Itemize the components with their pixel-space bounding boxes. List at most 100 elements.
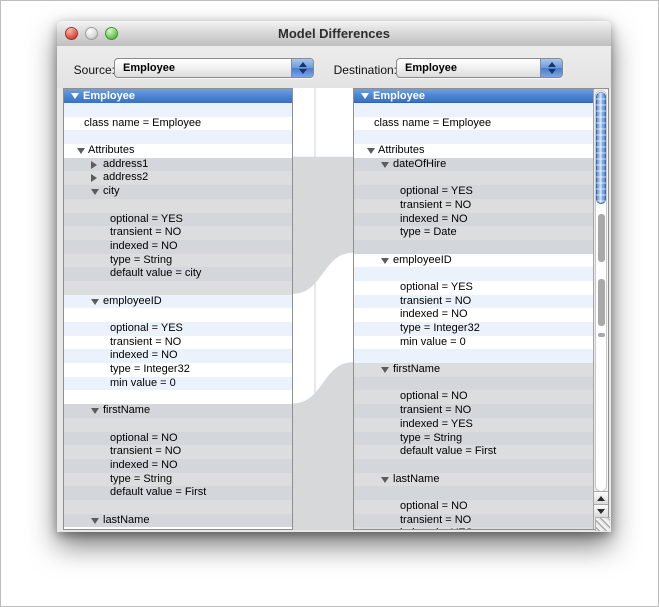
outline-row-label: optional = NO xyxy=(400,500,468,514)
resize-grip[interactable] xyxy=(595,517,610,531)
outline-row-label: employeeID xyxy=(103,295,162,309)
outline-row-label: class name = Employee xyxy=(374,117,491,131)
diff-connector-gutter xyxy=(293,88,353,530)
destination-popup[interactable]: Employee xyxy=(396,58,563,78)
destination-entity-header[interactable]: Employee xyxy=(354,89,594,103)
outline-row-label: transient = NO xyxy=(110,445,181,459)
outline-row-label: firstName xyxy=(393,363,440,377)
outline-row-label: transient = NO xyxy=(400,295,471,309)
outline-row: min value = 0 xyxy=(64,377,292,391)
outline-row-label: optional = YES xyxy=(110,213,183,227)
diff-connector-band xyxy=(293,362,353,530)
outline-row[interactable]: firstName xyxy=(354,363,593,377)
outline-row: indexed = YES xyxy=(354,418,593,432)
outline-row: default value = First xyxy=(354,445,593,459)
outline-row[interactable]: employeeID xyxy=(64,295,292,309)
outline-row-label: min value = 0 xyxy=(110,377,176,391)
source-label: Source: xyxy=(63,60,115,80)
outline-row-label: Attributes xyxy=(378,144,424,158)
outline-row: type = String xyxy=(354,432,593,446)
outline-row-label: city xyxy=(103,185,120,199)
outline-row: type = Integer32 xyxy=(354,322,593,336)
disclosure-triangle-icon[interactable] xyxy=(91,299,99,305)
diff-position-marker xyxy=(598,279,605,326)
outline-row-label: type = String xyxy=(110,473,172,487)
outline-row[interactable]: address1 xyxy=(64,158,292,172)
scroll-up-button[interactable] xyxy=(594,491,608,504)
disclosure-triangle-icon[interactable] xyxy=(381,162,389,168)
outline-row-label: transient = NO xyxy=(400,404,471,418)
outline-row-label: dateOfHire xyxy=(393,158,446,172)
source-entity-header[interactable]: Employee xyxy=(64,89,292,104)
destination-outline-pane: Employee class name = Employee Attributes… xyxy=(353,88,609,530)
outline-row-label: default value = First xyxy=(110,486,206,500)
outline-row: optional = YES xyxy=(354,281,593,295)
disclosure-triangle-icon[interactable] xyxy=(77,148,85,154)
outline-row-label: transient = NO xyxy=(400,199,471,213)
disclosure-triangle-icon[interactable] xyxy=(91,518,99,524)
outline-row-label: optional = YES xyxy=(400,185,473,199)
outline-row[interactable]: employeeID xyxy=(354,254,593,268)
vertical-scrollbar[interactable] xyxy=(593,89,608,529)
outline-row xyxy=(64,130,292,144)
source-outline-rows: class name = EmployeeAttributesaddress1a… xyxy=(64,103,292,529)
source-popup[interactable]: Employee xyxy=(114,58,314,78)
outline-row[interactable]: dateOfHire xyxy=(354,158,593,172)
outline-row-label: indexed = NO xyxy=(110,240,178,254)
source-popup-value: Employee xyxy=(123,59,175,77)
up-arrow-icon xyxy=(597,496,605,501)
entity-name: Employee xyxy=(373,89,425,103)
disclosure-triangle-icon[interactable] xyxy=(367,148,375,154)
outline-row[interactable]: firstName xyxy=(64,404,292,418)
disclosure-triangle-icon[interactable] xyxy=(91,189,99,195)
outline-row: default value = city xyxy=(64,267,292,281)
outline-row: class name = Employee xyxy=(354,117,593,131)
outline-row: optional = YES xyxy=(354,185,593,199)
outline-row-label: indexed = NO xyxy=(110,459,178,473)
outline-row-label: lastName xyxy=(393,473,439,487)
outline-row: optional = NO xyxy=(64,432,292,446)
outline-row: type = String xyxy=(64,473,292,487)
diff-connector-band xyxy=(293,157,353,294)
model-differences-window: Model Differences Source: Employee Desti… xyxy=(57,21,611,532)
outline-row[interactable]: Attributes xyxy=(64,144,292,158)
outline-row[interactable]: Attributes xyxy=(354,144,593,158)
scrollbar-thumb[interactable] xyxy=(596,92,606,204)
outline-row-label: indexed = YES xyxy=(400,418,473,432)
outline-row-label: type = String xyxy=(110,254,172,268)
disclosure-triangle-icon[interactable] xyxy=(381,258,389,264)
outline-row[interactable]: lastName xyxy=(64,514,292,528)
outline-row: optional = NO xyxy=(354,390,593,404)
outline-row-label: address2 xyxy=(103,171,148,185)
outline-row: transient = NO xyxy=(354,514,593,528)
outline-row xyxy=(354,459,593,473)
outline-row: indexed = NO xyxy=(64,459,292,473)
outline-row xyxy=(354,377,593,391)
outline-row: transient = NO xyxy=(64,336,292,350)
disclosure-triangle-icon[interactable] xyxy=(91,161,97,169)
scrollbar-track[interactable] xyxy=(595,90,607,492)
destination-label: Destination: xyxy=(327,60,397,80)
disclosure-triangle-icon xyxy=(361,93,369,99)
title-bar[interactable]: Model Differences xyxy=(57,21,611,47)
outline-row-label: optional = NO xyxy=(400,390,468,404)
outline-row: default value = First xyxy=(64,486,292,500)
diff-position-marker xyxy=(598,214,605,262)
outline-row[interactable]: lastName xyxy=(354,473,593,487)
scroll-down-button[interactable] xyxy=(594,504,608,517)
outline-row: indexed = NO xyxy=(354,308,593,322)
outline-row[interactable]: address2 xyxy=(64,171,292,185)
outline-row-label: optional = YES xyxy=(110,322,183,336)
disclosure-triangle-icon[interactable] xyxy=(381,367,389,373)
outline-row[interactable]: city xyxy=(64,185,292,199)
disclosure-triangle-icon[interactable] xyxy=(381,477,389,483)
disclosure-triangle-icon[interactable] xyxy=(91,408,99,414)
outline-row xyxy=(64,199,292,213)
outline-row-label: min value = 0 xyxy=(400,336,466,350)
disclosure-triangle-icon[interactable] xyxy=(91,174,97,182)
outline-row: transient = NO xyxy=(354,295,593,309)
outline-row-label: Attributes xyxy=(88,144,134,158)
outline-row: optional = YES xyxy=(64,213,292,227)
outline-row-label: lastName xyxy=(103,514,149,528)
outline-row xyxy=(354,349,593,363)
